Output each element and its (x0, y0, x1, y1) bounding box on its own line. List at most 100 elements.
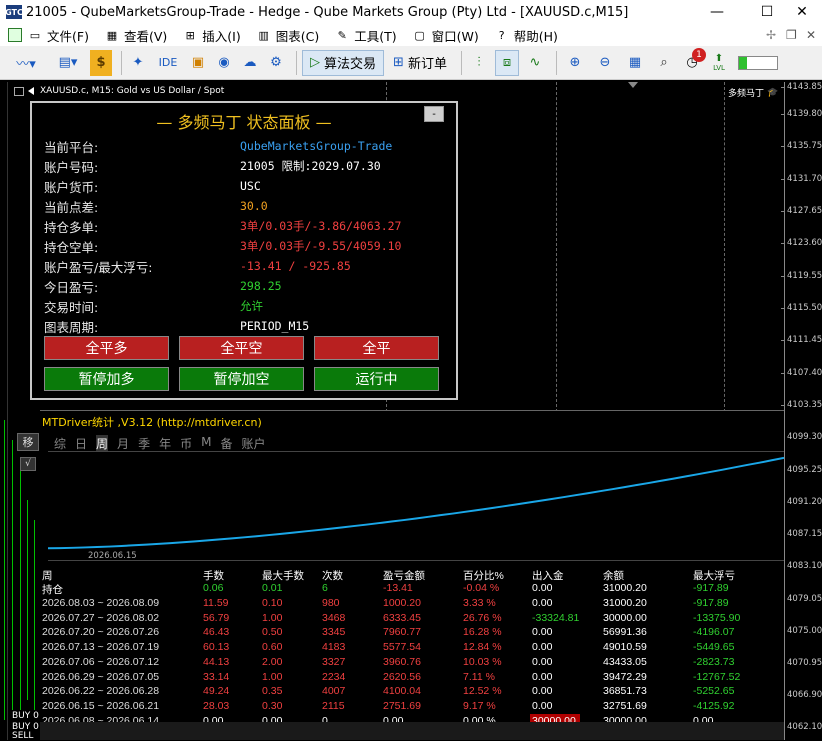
close-chart-icon[interactable]: ✕ (806, 28, 816, 42)
pause-add-sell-button[interactable]: 暂停加空 (179, 367, 304, 391)
insert-icon: ⊞ (185, 28, 195, 42)
stats-tab[interactable]: 月 (117, 435, 129, 452)
close-all-sell-button[interactable]: 全平空 (179, 336, 304, 360)
pin-icon[interactable]: ✢ (766, 28, 776, 42)
table-cell: -0.04 % (463, 582, 500, 594)
close-all-buy-button[interactable]: 全平多 (44, 336, 169, 360)
close-button[interactable]: ✕ (782, 0, 822, 24)
menu-insert[interactable]: ⊞ 插入(I) (183, 26, 241, 45)
cloud-icon[interactable]: ☁ (239, 50, 261, 76)
table-cell: 6 (322, 582, 328, 594)
table-cell: 3960.76 (383, 655, 421, 668)
new-order-button[interactable]: ⊞ 新订单 (388, 50, 452, 76)
panel-row-label: 持仓多单: (44, 219, 99, 235)
table-cell: -33324.81 (532, 611, 580, 624)
table-cell: 2026.07.13 ~ 2026.07.19 (42, 641, 160, 654)
menu-tools[interactable]: ✎ 工具(T) (335, 26, 397, 45)
table-cell: 0.00 (532, 670, 553, 683)
stats-tab[interactable]: 账户 (241, 435, 265, 452)
signals-icon[interactable]: ◉ (213, 50, 235, 76)
table-cell: 2026.07.20 ~ 2026.07.26 (42, 626, 160, 639)
navigator-icon[interactable]: ✦ (127, 50, 149, 76)
table-cell: 10.03 % (463, 655, 502, 668)
price-label: 4143.85 (787, 82, 822, 92)
notifications-icon[interactable]: ◷ 1 (680, 47, 706, 76)
collapse-arrow-icon[interactable] (28, 87, 34, 95)
running-status-button[interactable]: 运行中 (314, 367, 439, 391)
chart-header: XAUUSD.c, M15: Gold vs US Dollar / Spot (14, 86, 224, 96)
search-icon[interactable]: ⌕ (652, 50, 676, 76)
table-cell: 43433.05 (603, 655, 647, 668)
price-label: 4099.30 (787, 432, 822, 442)
panel-title: — 多频马丁 状态面板 — (156, 113, 332, 132)
menu-window[interactable]: ▢ 窗口(W) (413, 26, 478, 45)
menu-file[interactable]: ▭ 文件(F) (28, 26, 89, 45)
table-cell: -13375.90 (693, 611, 741, 624)
stats-tab[interactable]: 周 (96, 435, 109, 452)
checkmark-toggle[interactable]: √ (20, 457, 36, 471)
file-icon: ▭ (29, 28, 41, 42)
grid-icon[interactable]: ▦ (622, 50, 648, 76)
menu-view[interactable]: ▦ 查看(V) (105, 26, 168, 45)
window-icon: ▢ (414, 28, 425, 42)
move-handle-button[interactable]: 移 (17, 433, 39, 451)
table-cell: 49.24 (203, 685, 230, 698)
stats-tab[interactable]: 币 (180, 435, 192, 452)
zoom-out-icon[interactable]: ⊖ (592, 50, 618, 76)
template-icon[interactable]: ▤▾ (50, 50, 86, 76)
price-label: 4119.55 (787, 271, 822, 281)
panel-row-value: QubeMarketsGroup-Trade (240, 139, 393, 153)
dollar-icon[interactable]: $ (90, 49, 112, 76)
panel-row-value: 30.0 (240, 199, 268, 213)
market-icon[interactable]: ▣ (187, 50, 209, 76)
line-icon[interactable]: ∿ (523, 50, 547, 76)
menu-chart[interactable]: ▥ 图表(C) (257, 26, 320, 45)
settings-icon[interactable]: ⚙ (265, 50, 287, 76)
price-tick (781, 179, 785, 180)
menu-help[interactable]: ? 帮助(H) (495, 26, 558, 45)
table-cell: 2026.07.06 ~ 2026.07.12 (42, 655, 160, 668)
stats-tab[interactable]: M (201, 435, 211, 452)
window-title: 21005 - QubeMarketsGroup-Trade - Hedge -… (26, 4, 629, 20)
algo-trading-button[interactable]: ▷ 算法交易 (302, 49, 384, 76)
ide-button[interactable]: IDE (153, 50, 183, 76)
restore-icon[interactable]: ❐ (786, 28, 797, 42)
help-icon: ? (498, 28, 505, 42)
pause-add-buy-button[interactable]: 暂停加多 (44, 367, 169, 391)
price-tick (781, 87, 785, 88)
minimize-button[interactable]: — (694, 0, 740, 24)
price-label: 4079.05 (787, 594, 822, 604)
stats-tab[interactable]: 季 (138, 435, 150, 452)
panel-row-label: 账户盈亏/最大浮亏: (44, 259, 153, 275)
zoom-in-icon[interactable]: ⊕ (562, 50, 588, 76)
stats-tab[interactable]: 备 (220, 435, 232, 452)
notification-badge: 1 (692, 47, 706, 62)
bar-chart-icon[interactable]: ⫶ (467, 50, 491, 76)
price-tick (781, 308, 785, 309)
table-cell: 0.10 (262, 597, 283, 609)
stats-tab[interactable]: 综 (54, 435, 66, 452)
lvl-icon[interactable]: ⬆ LVL (708, 50, 730, 76)
price-label: 4139.80 (787, 109, 822, 119)
table-cell: 0.06 (203, 582, 224, 594)
line-chart-icon[interactable]: 〰▾ (6, 50, 46, 76)
table-cell: -5252.65 (693, 685, 735, 698)
panel-row-value: 298.25 (240, 279, 282, 293)
table-cell: 7.11 % (463, 670, 495, 683)
chart-menu-icon[interactable] (14, 86, 24, 96)
table-cell: 5577.54 (383, 641, 421, 654)
stats-tab[interactable]: 日 (75, 435, 87, 452)
table-cell: 2026.06.29 ~ 2026.07.05 (42, 670, 160, 683)
panel-minimize-button[interactable]: - (424, 106, 444, 122)
stats-tab[interactable]: 年 (159, 435, 171, 452)
table-cell: 持仓 (42, 584, 63, 596)
panel-row: 交易时间: 允许 (44, 297, 263, 315)
price-axis[interactable]: 4143.85 4139.80 4135.75 4131.70 4127.65 4123.… (781, 82, 822, 740)
shift-marker-icon[interactable] (628, 82, 638, 88)
candle-chart-icon[interactable]: ⧈ (495, 49, 519, 76)
close-all-button[interactable]: 全平 (314, 336, 439, 360)
table-cell: -5449.65 (693, 641, 735, 654)
total-row (40, 722, 784, 740)
price-tick (781, 146, 785, 147)
price-label: 4107.40 (787, 368, 822, 378)
